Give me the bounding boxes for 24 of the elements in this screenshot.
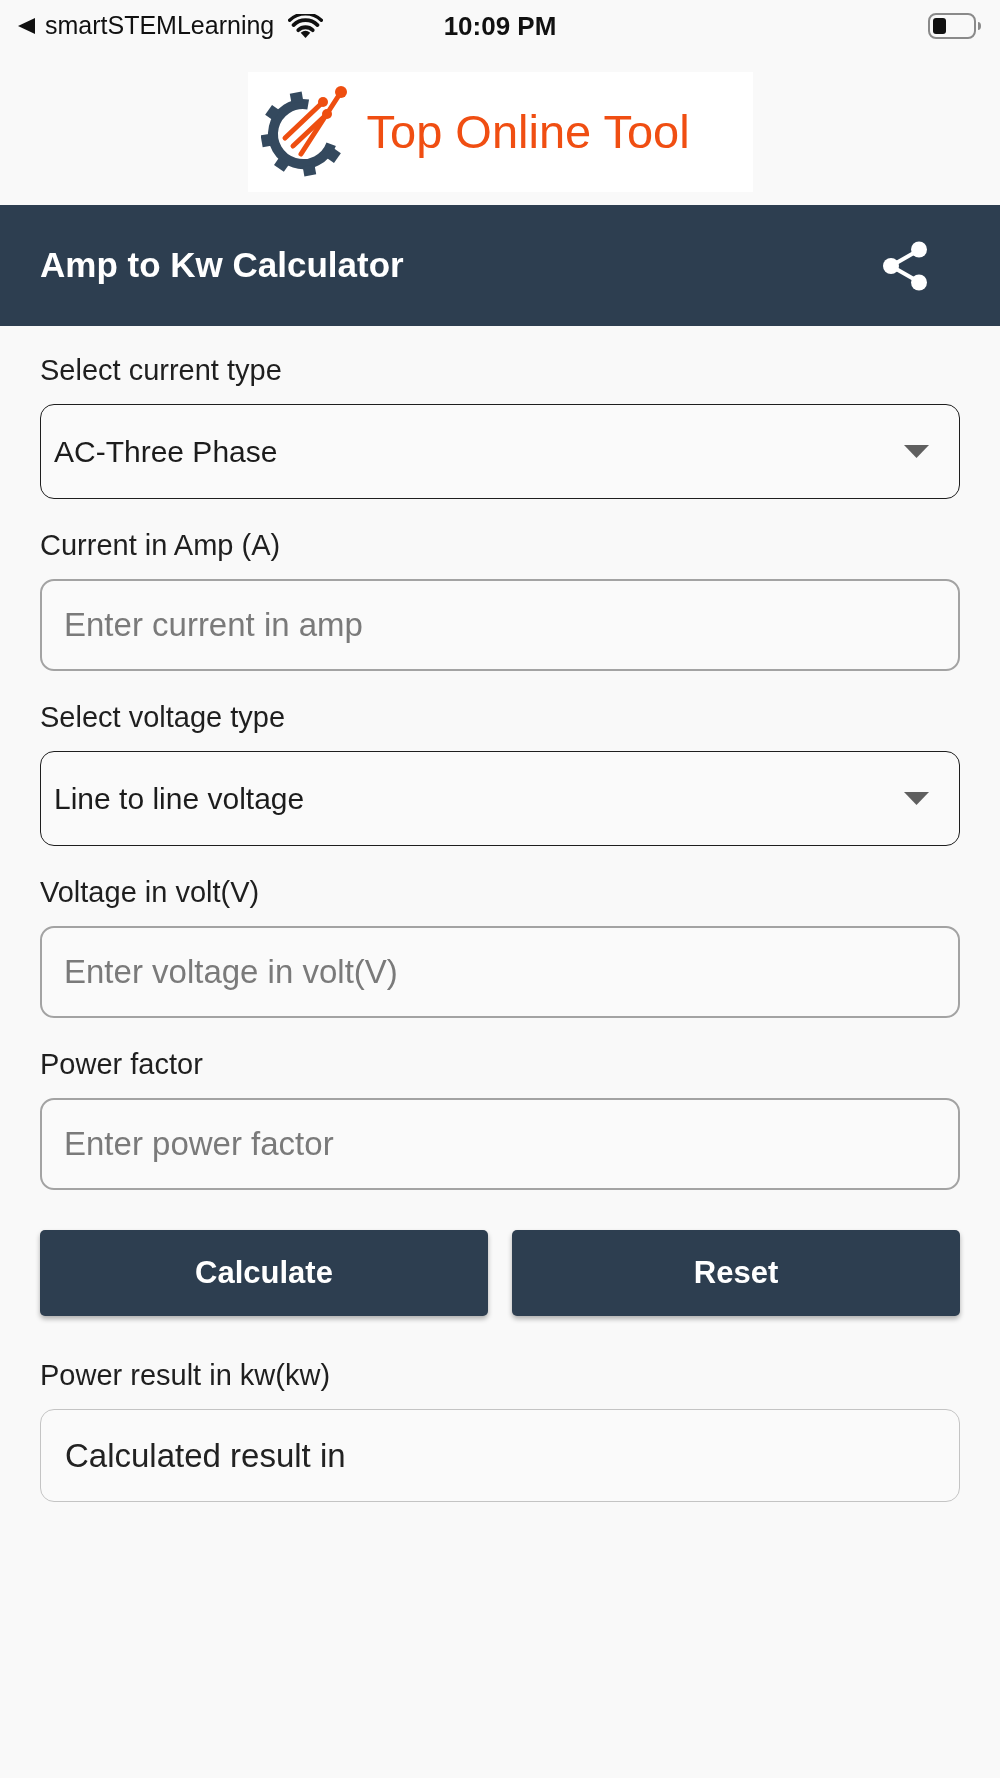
action-button[interactable]: Calculate bbox=[40, 1230, 488, 1316]
field-label: Select voltage type bbox=[40, 700, 286, 734]
result-label: Power result in kw(kw) bbox=[40, 1358, 331, 1392]
back-app-label[interactable]: smartSTEMLearning bbox=[45, 7, 275, 45]
share-icon[interactable] bbox=[882, 240, 928, 291]
action-button[interactable]: Reset bbox=[512, 1230, 960, 1316]
select-dropdown[interactable]: AC-Three Phase bbox=[40, 404, 960, 499]
field-label: Voltage in volt(V) bbox=[40, 875, 260, 909]
result-field: Calculated result in bbox=[40, 1409, 960, 1502]
caret-icon bbox=[904, 792, 929, 805]
wifi-icon bbox=[288, 14, 324, 38]
select-dropdown[interactable]: Line to line voltage bbox=[40, 751, 960, 846]
status-time: 10:09 PM bbox=[443, 9, 557, 43]
field-label: Select current type bbox=[40, 353, 282, 387]
field-label: Current in Amp (A) bbox=[40, 528, 281, 562]
battery-icon bbox=[928, 13, 982, 39]
back-arrow-icon[interactable] bbox=[18, 18, 35, 34]
app-title: Amp to Kw Calculator bbox=[40, 244, 404, 287]
field-label: Power factor bbox=[40, 1047, 203, 1081]
caret-icon bbox=[904, 445, 929, 458]
input-field[interactable]: Enter current in amp bbox=[40, 579, 960, 671]
logo-text: Top Online Tool bbox=[366, 103, 690, 160]
input-field[interactable]: Enter power factor bbox=[40, 1098, 960, 1190]
input-field[interactable]: Enter voltage in volt(V) bbox=[40, 926, 960, 1018]
